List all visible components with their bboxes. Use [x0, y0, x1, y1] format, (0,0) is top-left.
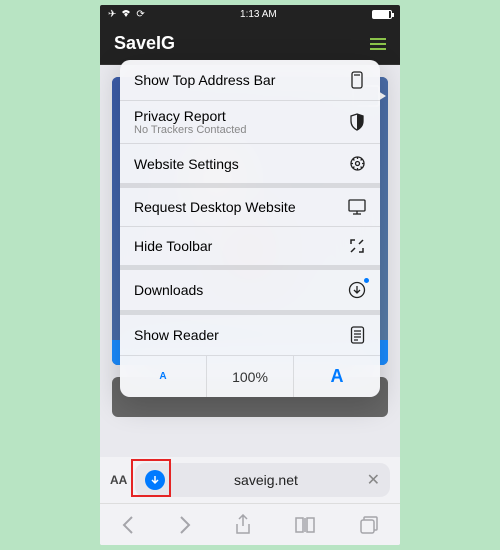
zoom-level[interactable]: 100%: [207, 356, 294, 397]
airplane-icon: ✈: [108, 9, 116, 20]
hamburger-menu-icon[interactable]: [370, 38, 386, 50]
menu-item-address-bar[interactable]: Show Top Address Bar: [120, 60, 380, 101]
menu-label: Show Top Address Bar: [134, 72, 275, 88]
aa-button[interactable]: AA: [110, 473, 127, 487]
menu-item-desktop[interactable]: Request Desktop Website: [120, 188, 380, 227]
menu-label: Request Desktop Website: [134, 199, 296, 215]
expand-icon: [348, 238, 366, 254]
menu-label: Show Reader: [134, 327, 219, 343]
zoom-in-button[interactable]: A: [294, 356, 380, 397]
url-bar[interactable]: saveig.net ✕: [135, 463, 390, 497]
url-text: saveig.net: [165, 472, 366, 488]
loading-icon: ⟳: [136, 9, 144, 20]
zoom-controls: A 100% A: [120, 355, 380, 397]
ios-status-bar: ✈ ⟳ 1:13 AM: [100, 5, 400, 23]
menu-item-reader[interactable]: Show Reader: [120, 315, 380, 355]
menu-item-privacy[interactable]: Privacy Report No Trackers Contacted: [120, 101, 380, 144]
reader-icon: [348, 326, 366, 344]
battery-icon: [372, 10, 392, 19]
page-settings-menu: Show Top Address Bar Privacy Report No T…: [120, 60, 380, 397]
phone-screen: ✈ ⟳ 1:13 AM SaveIG Show Top Address Bar: [100, 5, 400, 545]
desktop-icon: [348, 199, 366, 215]
menu-label: Website Settings: [134, 156, 239, 172]
download-indicator-icon[interactable]: [145, 470, 165, 490]
bookmarks-button[interactable]: [294, 516, 316, 534]
safari-toolbar: [100, 503, 400, 545]
menu-item-downloads[interactable]: Downloads: [120, 270, 380, 315]
gear-icon: [348, 155, 366, 172]
stop-reload-icon[interactable]: ✕: [367, 470, 380, 490]
tabs-button[interactable]: [359, 515, 379, 535]
menu-label: Downloads: [134, 282, 203, 298]
menu-item-hide-toolbar[interactable]: Hide Toolbar: [120, 227, 380, 270]
zoom-out-button[interactable]: A: [120, 356, 207, 397]
menu-sublabel: No Trackers Contacted: [134, 124, 247, 136]
address-bar-icon: [348, 71, 366, 89]
status-time: 1:13 AM: [240, 9, 277, 20]
menu-label: Hide Toolbar: [134, 238, 212, 254]
app-header: SaveIG: [100, 23, 400, 65]
wifi-icon: [120, 8, 132, 21]
back-button[interactable]: [121, 515, 135, 535]
share-button[interactable]: [234, 514, 252, 536]
safari-bottom-bar: AA saveig.net ✕: [100, 457, 400, 545]
forward-button[interactable]: [178, 515, 192, 535]
menu-label: Privacy Report: [134, 108, 247, 124]
download-circle-icon: [348, 281, 366, 299]
shield-icon: [348, 113, 366, 131]
menu-item-website-settings[interactable]: Website Settings: [120, 144, 380, 188]
app-title: SaveIG: [114, 33, 175, 54]
